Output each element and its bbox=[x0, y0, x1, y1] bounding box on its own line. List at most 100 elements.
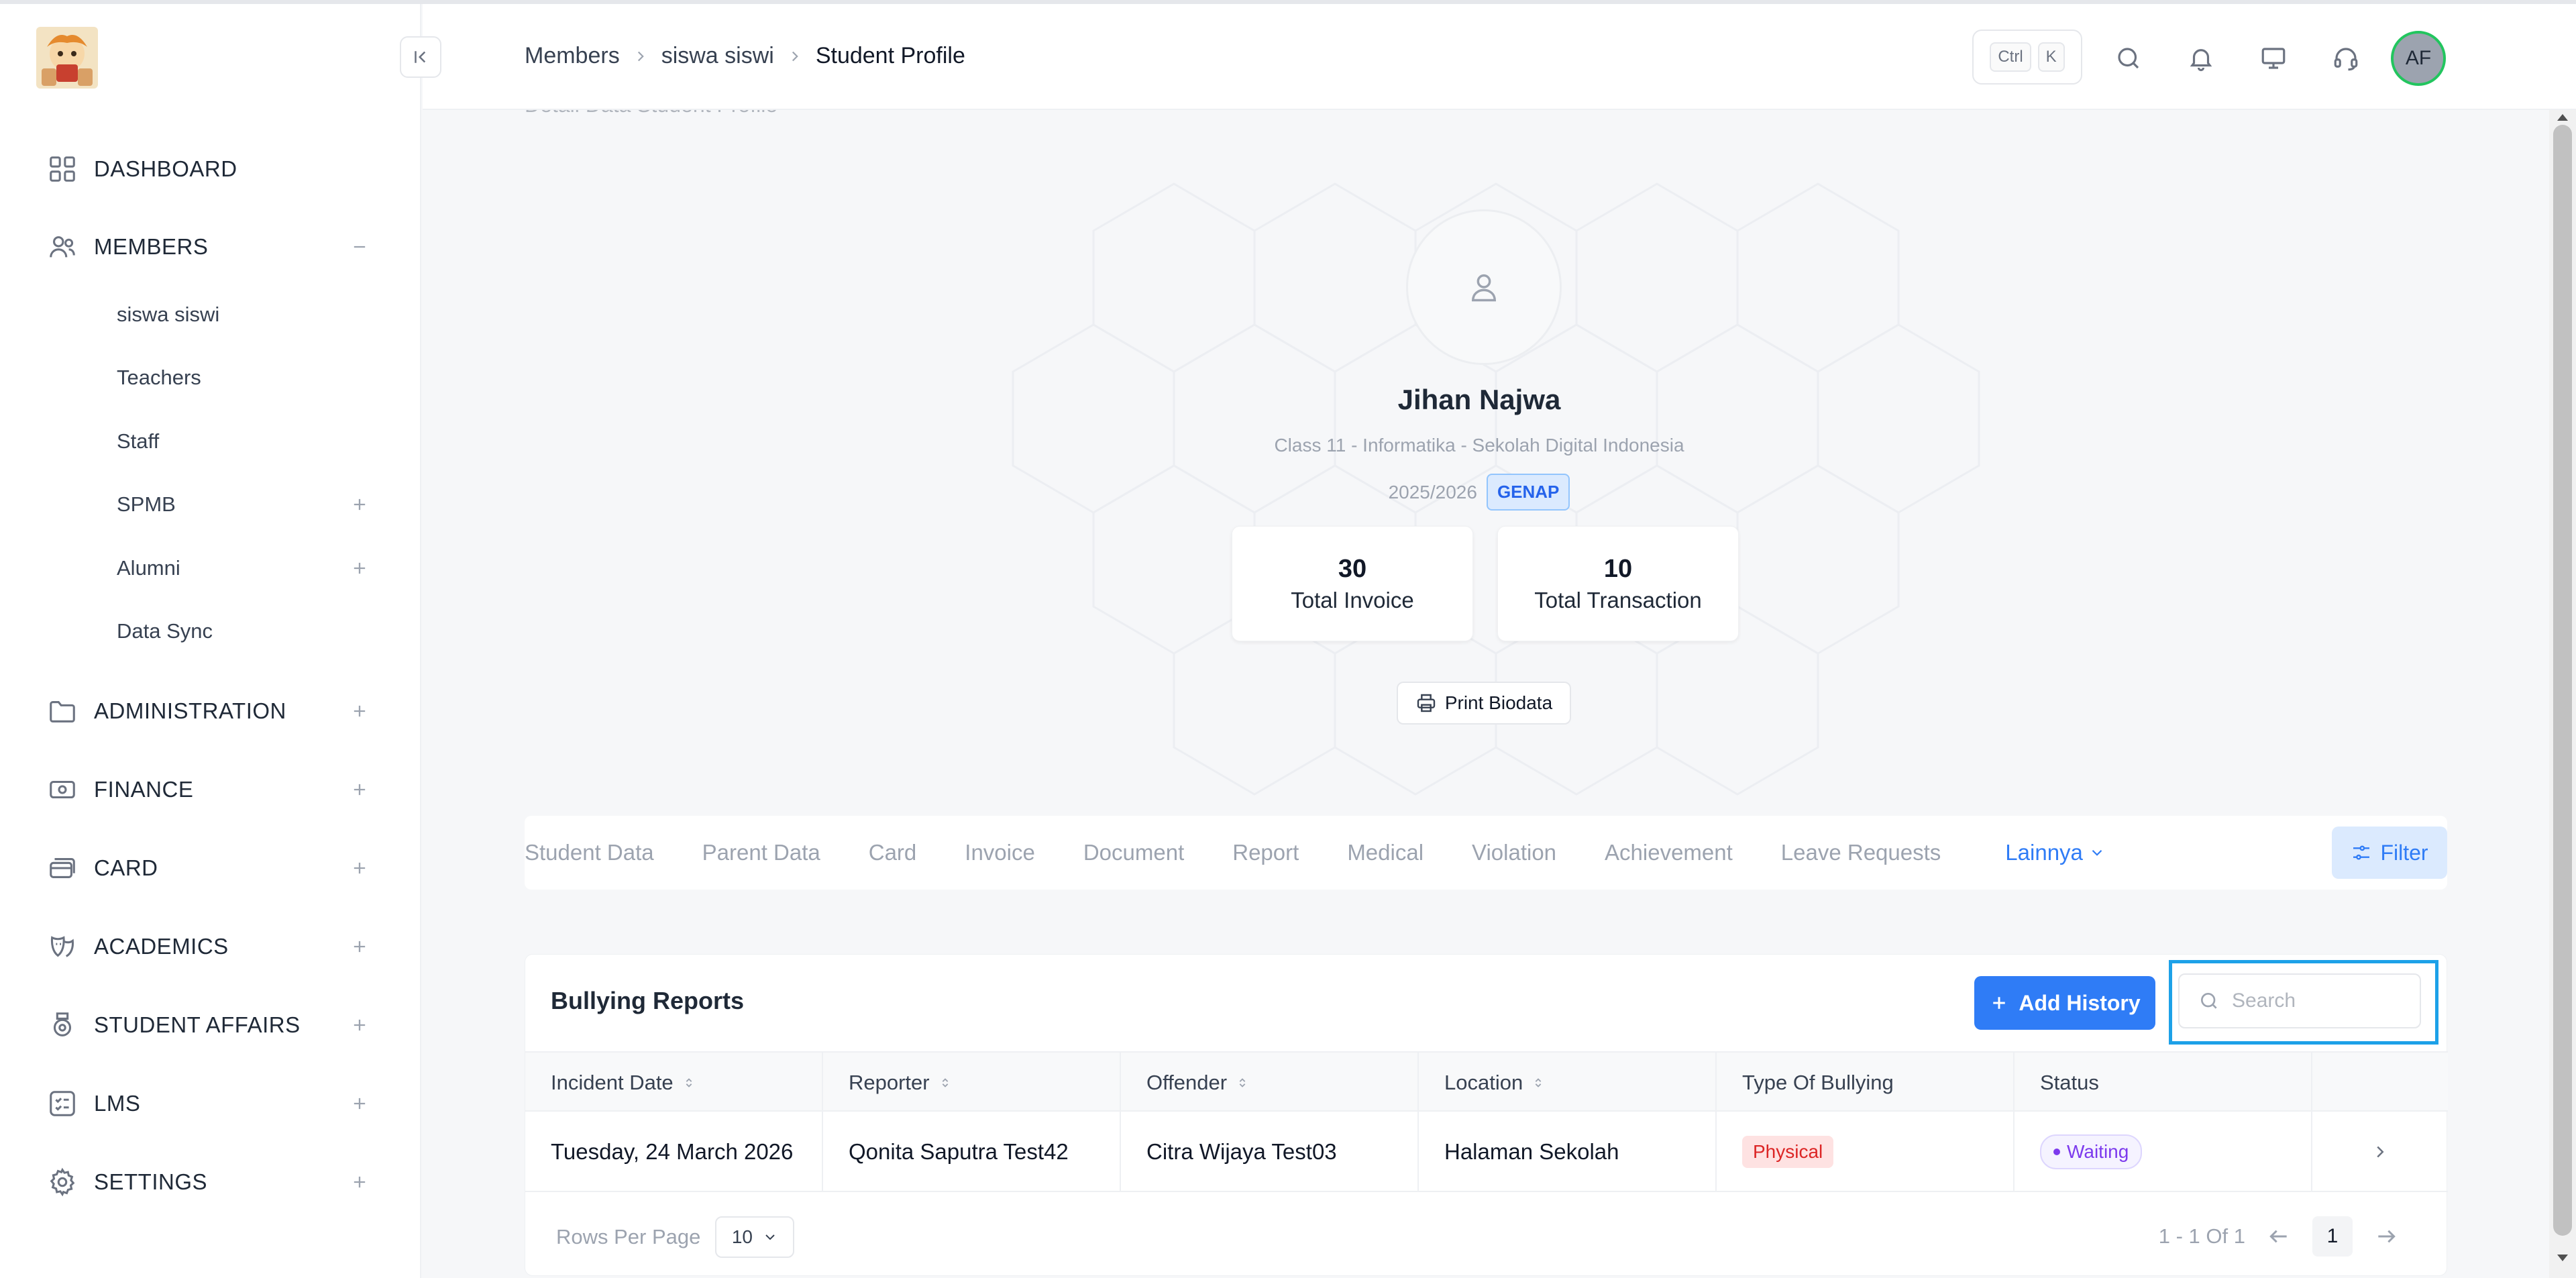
pagination: 1 - 1 Of 1 1 bbox=[2159, 1216, 2400, 1257]
column-offender[interactable]: Offender bbox=[1121, 1053, 1419, 1113]
sidebar-item-settings[interactable]: SETTINGS bbox=[47, 1158, 369, 1206]
tab-parent-data[interactable]: Parent Data bbox=[702, 840, 820, 865]
rows-per-page-select[interactable]: 10 bbox=[715, 1216, 795, 1258]
chevron-right-icon bbox=[632, 48, 649, 65]
sidebar-item-members[interactable]: MEMBERS bbox=[47, 223, 369, 271]
tab-student-data[interactable]: Student Data bbox=[525, 840, 654, 865]
sidebar-subitem-data-sync[interactable]: Data Sync bbox=[117, 609, 369, 653]
tab-more-dropdown[interactable]: Lainnya bbox=[2005, 840, 2106, 865]
bullying-reports-card: Bullying Reports Add History Incident Da… bbox=[525, 954, 2448, 1276]
arrow-left-icon[interactable] bbox=[2265, 1223, 2292, 1250]
profile-photo bbox=[1406, 209, 1562, 365]
collapse-left-icon bbox=[411, 47, 431, 67]
plus-icon[interactable] bbox=[350, 1173, 369, 1191]
column-type-of-bullying: Type Of Bullying bbox=[1717, 1053, 2015, 1113]
add-history-label: Add History bbox=[2019, 990, 2141, 1015]
plus-icon[interactable] bbox=[350, 780, 369, 799]
sidebar-subitem-siswa-siswi[interactable]: siswa siswi bbox=[117, 292, 369, 337]
sidebar-item-finance[interactable]: FINANCE bbox=[47, 765, 369, 814]
user-avatar[interactable]: AF bbox=[2391, 31, 2446, 86]
minus-icon[interactable] bbox=[350, 237, 369, 256]
rows-per-page-label: Rows Per Page bbox=[556, 1225, 701, 1248]
sidebar-subitem-teachers[interactable]: Teachers bbox=[117, 356, 369, 400]
search-input[interactable] bbox=[2232, 990, 2400, 1012]
command-palette-shortcut[interactable]: Ctrl K bbox=[1972, 30, 2082, 85]
stat-card-total-transaction: 10 Total Transaction bbox=[1497, 526, 1739, 641]
chevron-right-icon[interactable] bbox=[2370, 1142, 2390, 1162]
column-incident-date[interactable]: Incident Date bbox=[525, 1053, 823, 1113]
profile-tabs: Student Data Parent Data Card Invoice Do… bbox=[525, 816, 2447, 890]
plus-icon[interactable] bbox=[350, 859, 369, 877]
sidebar-item-label: ACADEMICS bbox=[94, 934, 229, 959]
sidebar-subitem-alumni[interactable]: Alumni bbox=[117, 546, 369, 590]
sort-icon[interactable] bbox=[682, 1075, 696, 1090]
school-logo[interactable] bbox=[36, 27, 98, 89]
tab-report[interactable]: Report bbox=[1232, 840, 1299, 865]
breadcrumb-members[interactable]: Members bbox=[525, 43, 620, 69]
sort-icon[interactable] bbox=[1531, 1075, 1546, 1090]
sort-icon[interactable] bbox=[938, 1075, 953, 1090]
users-icon bbox=[47, 231, 78, 262]
sidebar-item-label: FINANCE bbox=[94, 777, 194, 802]
plus-icon[interactable] bbox=[350, 495, 369, 514]
breadcrumb: Members siswa siswi Student Profile bbox=[525, 43, 965, 69]
page-scrollbar-thumb[interactable] bbox=[2553, 125, 2572, 1236]
breadcrumb-siswa-siswi[interactable]: siswa siswi bbox=[661, 43, 774, 69]
column-location[interactable]: Location bbox=[1419, 1053, 1717, 1113]
sidebar: DASHBOARD MEMBERS siswa siswi Teachers S… bbox=[0, 4, 421, 1278]
page-button-current[interactable]: 1 bbox=[2312, 1216, 2353, 1257]
column-label: Type Of Bullying bbox=[1742, 1071, 1894, 1094]
stat-value: 30 bbox=[1338, 554, 1367, 583]
column-reporter[interactable]: Reporter bbox=[823, 1053, 1121, 1113]
tab-card[interactable]: Card bbox=[869, 840, 917, 865]
collapse-sidebar-button[interactable] bbox=[400, 36, 441, 78]
sidebar-subitem-label: Teachers bbox=[117, 366, 201, 389]
cell-action[interactable] bbox=[2312, 1112, 2448, 1192]
bell-icon[interactable] bbox=[2187, 44, 2215, 72]
filter-label: Filter bbox=[2380, 840, 2428, 865]
sidebar-item-administration[interactable]: ADMINISTRATION bbox=[47, 687, 369, 735]
plus-icon[interactable] bbox=[350, 1016, 369, 1034]
tab-invoice[interactable]: Invoice bbox=[965, 840, 1035, 865]
sidebar-subitem-staff[interactable]: Staff bbox=[117, 419, 369, 464]
scroll-up-arrow-icon[interactable] bbox=[2555, 111, 2571, 123]
sidebar-item-academics[interactable]: ACADEMICS bbox=[47, 922, 369, 971]
tab-medical[interactable]: Medical bbox=[1347, 840, 1424, 865]
plus-icon[interactable] bbox=[350, 559, 369, 578]
status-badge: Waiting bbox=[2040, 1134, 2143, 1169]
sort-icon[interactable] bbox=[1235, 1075, 1250, 1090]
sidebar-item-card[interactable]: CARD bbox=[47, 844, 369, 892]
tab-leave-requests[interactable]: Leave Requests bbox=[1781, 840, 1941, 865]
sidebar-item-lms[interactable]: LMS bbox=[47, 1079, 369, 1128]
scroll-down-arrow-icon[interactable] bbox=[2555, 1252, 2571, 1264]
search-icon[interactable] bbox=[2114, 44, 2143, 72]
plus-icon[interactable] bbox=[350, 937, 369, 956]
stat-value: 10 bbox=[1603, 554, 1633, 583]
column-label: Reporter bbox=[849, 1071, 930, 1094]
stat-card-total-invoice: 30 Total Invoice bbox=[1232, 526, 1473, 641]
column-label: Location bbox=[1444, 1071, 1523, 1094]
filter-button[interactable]: Filter bbox=[2332, 827, 2447, 879]
table-row[interactable]: Tuesday, 24 March 2026 Qonita Saputra Te… bbox=[525, 1112, 2448, 1192]
tab-violation[interactable]: Violation bbox=[1472, 840, 1556, 865]
print-biodata-button[interactable]: Print Biodata bbox=[1397, 682, 1571, 725]
add-history-button[interactable]: Add History bbox=[1974, 976, 2155, 1030]
gear-icon bbox=[47, 1167, 78, 1197]
tab-more-label: Lainnya bbox=[2005, 840, 2083, 865]
checklist-icon bbox=[47, 1088, 78, 1119]
sidebar-item-dashboard[interactable]: DASHBOARD bbox=[47, 145, 369, 193]
sidebar-subitem-spmb[interactable]: SPMB bbox=[117, 482, 369, 527]
sliders-icon bbox=[2351, 842, 2372, 863]
tab-achievement[interactable]: Achievement bbox=[1605, 840, 1733, 865]
headset-icon[interactable] bbox=[2332, 44, 2360, 72]
sidebar-item-label: ADMINISTRATION bbox=[94, 698, 286, 723]
search-box[interactable] bbox=[2178, 973, 2421, 1028]
monitor-icon[interactable] bbox=[2259, 44, 2288, 72]
sidebar-item-student-affairs[interactable]: STUDENT AFFAIRS bbox=[47, 1001, 369, 1049]
plus-icon[interactable] bbox=[350, 1094, 369, 1113]
sidebar-item-label: SETTINGS bbox=[94, 1169, 208, 1194]
kbd-ctrl: Ctrl bbox=[1990, 42, 2031, 72]
arrow-right-icon[interactable] bbox=[2373, 1223, 2400, 1250]
plus-icon[interactable] bbox=[350, 702, 369, 721]
tab-document[interactable]: Document bbox=[1083, 840, 1184, 865]
